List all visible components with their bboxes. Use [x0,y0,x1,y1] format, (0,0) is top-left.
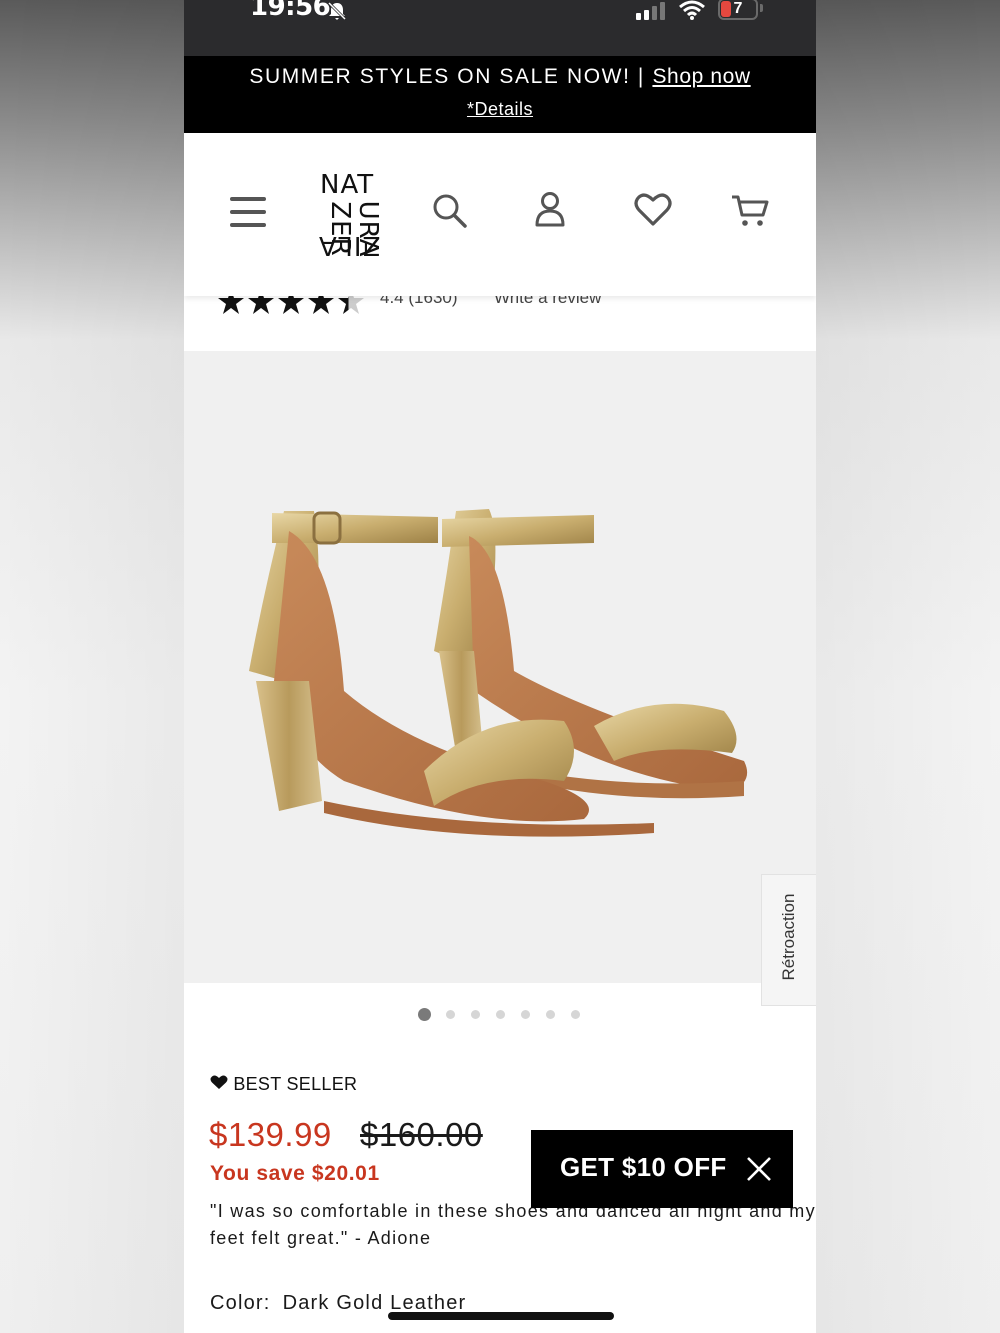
background-left [0,0,184,1333]
carousel-dot[interactable] [471,1010,480,1019]
wifi-icon [678,0,706,25]
promo-message-line: SUMMER STYLES ON SALE NOW! | Shop now [184,65,816,89]
best-seller-badge: BEST SELLER [210,1074,357,1095]
details-link[interactable]: *Details [184,99,816,120]
cell-signal-icon [636,2,668,25]
heart-filled-icon [210,1074,233,1094]
close-icon[interactable] [746,1156,772,1187]
battery-level: 7 [733,0,743,17]
promo-message: SUMMER STYLES ON SALE NOW! | [249,65,653,88]
carousel-dot[interactable] [521,1010,530,1019]
color-label: Color: [210,1292,271,1314]
status-bar: 19:56 7 [184,0,816,56]
cart-icon[interactable] [730,193,770,234]
background-right [816,0,1000,1333]
best-seller-label: BEST SELLER [233,1074,358,1094]
carousel-dot-active[interactable] [418,1008,431,1021]
carousel-dot[interactable] [446,1010,455,1019]
account-icon[interactable] [534,191,566,234]
menu-icon[interactable] [230,195,268,234]
bell-off-icon [326,0,348,27]
promo-banner: SUMMER STYLES ON SALE NOW! | Shop now *D… [184,56,816,133]
discount-popup-label[interactable]: GET $10 OFF [560,1152,727,1183]
battery-indicator: 7 [718,0,758,20]
site-header: NAT ZER URA ZILA [184,133,816,296]
sale-price: $139.99 [209,1116,332,1153]
feedback-tab-label: Rétroaction [779,893,798,981]
status-time: 19:56 [250,0,331,22]
search-icon[interactable] [432,193,468,234]
carousel-dot[interactable] [546,1010,555,1019]
discount-popup[interactable]: GET $10 OFF [531,1130,793,1208]
product-image[interactable] [184,351,816,983]
brand-logo[interactable]: NAT ZER URA ZILA [318,170,383,260]
sandal-illustration [249,509,748,837]
shop-now-link[interactable]: Shop now [652,65,750,88]
color-value: Dark Gold Leather [282,1292,467,1314]
savings-text: You save $20.01 [210,1162,380,1185]
carousel-dot[interactable] [496,1010,505,1019]
battery-cap [760,4,763,12]
heart-icon[interactable] [634,193,672,232]
logo-text-top: NAT [320,170,375,200]
carousel-dot[interactable] [571,1010,580,1019]
home-indicator[interactable] [388,1312,614,1320]
logo-text-bottom: ZILA [318,230,381,260]
phone-screen: 19:56 7 SUMMER STYLES ON SALE NOW! | Sho… [184,0,816,1333]
feedback-tab[interactable]: Rétroaction [761,874,816,1006]
original-price: $160.00 [360,1116,483,1153]
